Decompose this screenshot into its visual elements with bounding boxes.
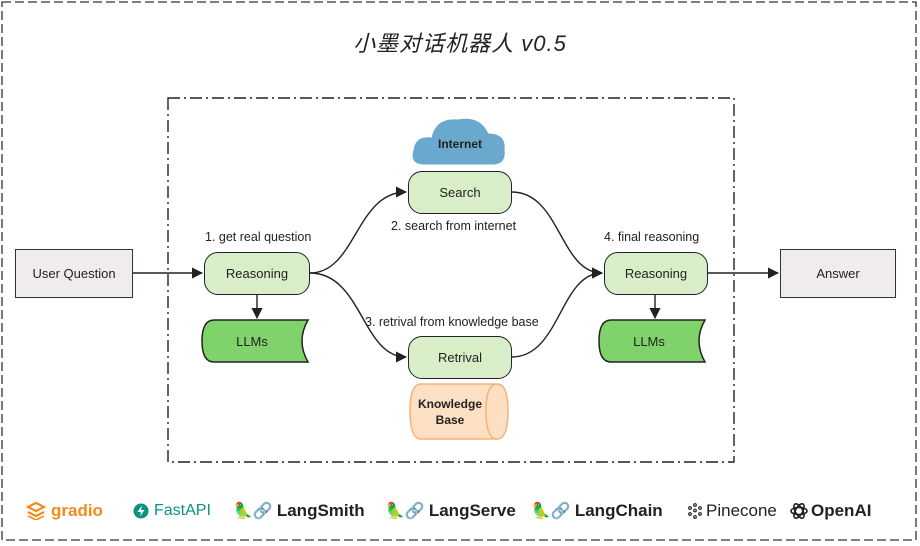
edge-label-get-real-question: 1. get real question: [205, 230, 312, 244]
logo-langserve-text: LangServe: [428, 501, 516, 520]
logo-langsmith: 🦜🔗 LangSmith: [233, 498, 365, 524]
diagram-title: 小墨对话机器人 v0.5: [353, 31, 567, 56]
user-question-node: User Question: [15, 249, 133, 298]
parrot-link-icon: 🦜🔗: [531, 503, 571, 520]
retrival-node: Retrival: [408, 336, 512, 379]
edge-label-search-from-internet: 2. search from internet: [391, 219, 517, 233]
parrot-link-icon: 🦜🔗: [385, 503, 425, 520]
logo-pinecone: Pinecone: [686, 498, 777, 524]
logo-fastapi: FastAPI: [133, 498, 211, 524]
logo-langserve: 🦜🔗 LangServe: [385, 498, 516, 524]
pinecone-icon: [688, 503, 702, 519]
internet-label: Internet: [437, 137, 482, 151]
logo-pinecone-text: Pinecone: [706, 501, 777, 520]
logo-openai-text: OpenAI: [811, 501, 872, 520]
arrow-search-to-reasoning: [511, 191, 604, 279]
reasoning-left-node: Reasoning: [204, 252, 310, 295]
search-node: Search: [408, 171, 512, 214]
knowledge-base-label-line1: Knowledge: [417, 397, 482, 411]
outer-frame: [1, 1, 917, 541]
gradio-icon: [26, 502, 46, 520]
knowledge-base-label-line2: Base: [435, 413, 465, 427]
logo-gradio: gradio: [26, 498, 103, 524]
logo-fastapi-text: FastAPI: [154, 502, 211, 519]
diagram-canvas: 小墨对话机器人 v0.5 User Question Reasoning LLM…: [0, 0, 920, 546]
parrot-link-icon: 🦜🔗: [233, 503, 273, 520]
logo-langchain: 🦜🔗 LangChain: [531, 498, 663, 524]
fastapi-bolt-icon: [133, 503, 149, 519]
answer-node: Answer: [780, 249, 896, 298]
reasoning-right-node: Reasoning: [604, 252, 708, 295]
logo-gradio-text: gradio: [51, 501, 103, 520]
edge-label-final-reasoning: 4. final reasoning: [604, 230, 700, 244]
openai-icon: [790, 503, 808, 519]
logo-openai: OpenAI: [789, 498, 871, 524]
edge-label-retrival-from-kb: 3. retrival from knowledge base: [365, 315, 539, 329]
llms-left-label: LLMs: [236, 333, 268, 349]
logo-langsmith-text: LangSmith: [276, 501, 365, 520]
logo-langchain-text: LangChain: [574, 501, 663, 520]
llms-right-label: LLMs: [633, 333, 665, 349]
